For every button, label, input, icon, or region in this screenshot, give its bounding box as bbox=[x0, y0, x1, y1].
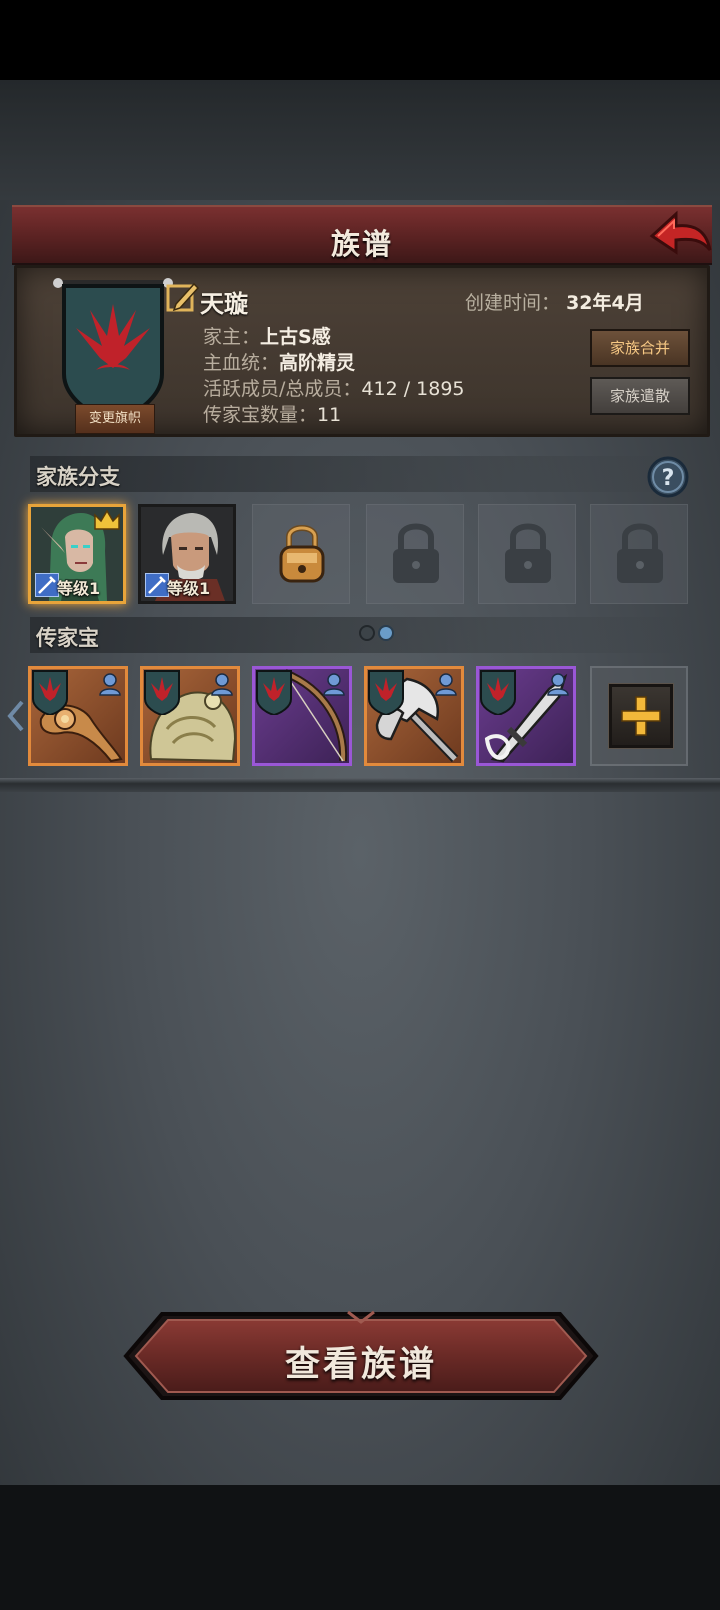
plus-icon bbox=[621, 696, 661, 736]
add-heirloom-button[interactable] bbox=[609, 684, 673, 748]
view-genealogy-button[interactable]: 查看族谱 bbox=[122, 1310, 600, 1402]
members-value: 412 / 1895 bbox=[361, 378, 465, 400]
clan-disband-button[interactable]: 家族遣散 bbox=[590, 377, 690, 415]
member-level: 等级1 bbox=[57, 579, 101, 598]
title-bar: 族谱 bbox=[12, 205, 712, 265]
clan-shield-icon bbox=[368, 670, 404, 715]
heirloom-item-4[interactable] bbox=[364, 666, 464, 766]
created-time-value: 32年4月 bbox=[566, 292, 644, 314]
page-dot-inactive bbox=[359, 625, 375, 641]
clan-head-label: 家主： bbox=[203, 326, 261, 348]
clan-head-value: 上古S感 bbox=[260, 326, 331, 348]
top-shade bbox=[0, 80, 720, 200]
created-time: 创建时间： 32年4月 bbox=[465, 288, 644, 315]
branch-member-1[interactable]: 等级1 bbox=[28, 504, 126, 604]
page-dot-active bbox=[378, 625, 394, 641]
user-icon bbox=[323, 673, 345, 696]
members-label: 活跃成员/总成员： bbox=[203, 378, 362, 400]
branch-slot-locked bbox=[478, 504, 576, 604]
crown-icon bbox=[94, 509, 120, 530]
chevron-left-icon bbox=[7, 700, 24, 732]
view-genealogy-label: 查看族谱 bbox=[284, 1345, 437, 1385]
lock-icon bbox=[505, 523, 551, 583]
clan-shield-icon bbox=[144, 670, 180, 715]
branch-slot-locked bbox=[590, 504, 688, 604]
created-time-label: 创建时间： bbox=[465, 292, 561, 314]
sword-class-icon bbox=[35, 573, 59, 597]
scroll-left-button[interactable] bbox=[6, 700, 26, 732]
page-indicator bbox=[358, 624, 398, 642]
branch-slot-unlockable[interactable] bbox=[252, 504, 350, 604]
heirloom-count-row: 传家宝数量：11 bbox=[203, 400, 341, 427]
clan-name: 天璇 bbox=[200, 290, 248, 318]
clan-shield-icon bbox=[256, 670, 292, 715]
user-icon bbox=[99, 673, 121, 696]
heirloom-item-1[interactable] bbox=[28, 666, 128, 766]
heirloom-count-label: 传家宝数量： bbox=[203, 404, 318, 426]
heirloom-count-value: 11 bbox=[317, 404, 342, 426]
gold-lock-icon bbox=[279, 525, 325, 583]
status-bar-area bbox=[0, 0, 720, 80]
user-icon bbox=[211, 673, 233, 696]
section-divider bbox=[0, 778, 720, 792]
add-heirloom-slot bbox=[590, 666, 688, 766]
heirloom-item-5[interactable] bbox=[476, 666, 576, 766]
change-banner-button[interactable]: 变更旗帜 bbox=[75, 404, 155, 434]
branch-member-2[interactable]: 等级1 bbox=[138, 504, 236, 604]
lock-icon bbox=[393, 523, 439, 583]
clan-merge-button[interactable]: 家族合并 bbox=[590, 329, 690, 367]
heirloom-section-title: 传家宝 bbox=[36, 626, 99, 650]
bloodline-row: 主血统：高阶精灵 bbox=[203, 348, 355, 375]
clan-head-row: 家主：上古S感 bbox=[203, 322, 331, 349]
navigation-bar-area bbox=[0, 1485, 720, 1610]
user-icon bbox=[435, 673, 457, 696]
sword-class-icon bbox=[145, 573, 169, 597]
bloodline-label: 主血统： bbox=[203, 352, 280, 374]
clan-shield-icon bbox=[480, 670, 516, 715]
svg-text:?: ? bbox=[662, 466, 675, 491]
clan-shield-icon bbox=[32, 670, 68, 715]
member-level: 等级1 bbox=[167, 579, 211, 598]
bloodline-value: 高阶精灵 bbox=[279, 352, 356, 374]
back-button[interactable] bbox=[646, 206, 714, 264]
heirloom-item-2[interactable] bbox=[140, 666, 240, 766]
branch-section-header: 家族分支 bbox=[30, 456, 690, 492]
page-title: 族谱 bbox=[330, 227, 393, 261]
branch-section-title: 家族分支 bbox=[36, 465, 120, 489]
edit-name-button[interactable] bbox=[166, 280, 200, 314]
lock-icon bbox=[617, 523, 663, 583]
edit-pencil-icon bbox=[166, 282, 200, 312]
help-button[interactable]: ? bbox=[646, 455, 690, 499]
back-arrow-icon bbox=[649, 210, 712, 255]
members-row: 活跃成员/总成员：412 / 1895 bbox=[203, 374, 465, 401]
branch-slot-locked bbox=[366, 504, 464, 604]
heirloom-item-3[interactable] bbox=[252, 666, 352, 766]
user-icon bbox=[547, 673, 569, 696]
question-icon: ? bbox=[647, 456, 689, 498]
